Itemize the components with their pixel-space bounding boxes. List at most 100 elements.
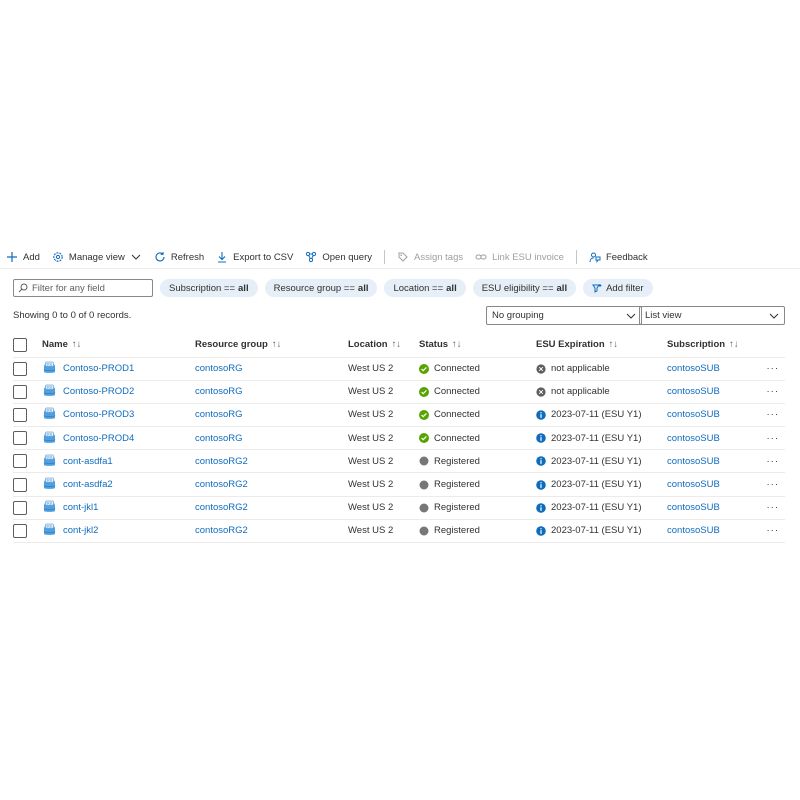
select-all-checkbox[interactable] bbox=[13, 337, 27, 352]
column-header-actions bbox=[755, 333, 785, 357]
resource-group-link[interactable]: contosoRG bbox=[195, 363, 243, 374]
more-actions-icon[interactable]: ··· bbox=[767, 479, 780, 490]
manage-view-button[interactable]: Manage view bbox=[52, 251, 142, 263]
filter-pill-subscription[interactable]: Subscription == all bbox=[160, 279, 258, 297]
subscription-link[interactable]: contosoSUB bbox=[667, 386, 720, 397]
more-actions-icon[interactable]: ··· bbox=[767, 409, 780, 420]
more-actions-icon[interactable]: ··· bbox=[767, 433, 780, 444]
filter-pill-esu-eligibility[interactable]: ESU eligibility == all bbox=[472, 279, 577, 297]
row-checkbox[interactable] bbox=[13, 407, 27, 422]
column-header-esu-expiration[interactable]: ESU Expiration ↑↓ bbox=[536, 333, 667, 357]
table-row[interactable]: SQL Contoso-PROD1 contosoRG West US 2 Connec… bbox=[13, 357, 785, 381]
filter-pill-resource-group[interactable]: Resource group == all bbox=[264, 279, 378, 297]
link-esu-invoice-button[interactable]: Link ESU invoice bbox=[475, 251, 564, 263]
column-header-subscription[interactable]: Subscription ↑↓ bbox=[667, 333, 755, 357]
resource-group-link[interactable]: contosoRG2 bbox=[195, 456, 248, 467]
machine-name-link[interactable]: Contoso-PROD2 bbox=[63, 386, 134, 397]
table-row[interactable]: SQL Contoso-PROD2 contosoRG West US 2 Connec… bbox=[13, 380, 785, 404]
subscription-link[interactable]: contosoSUB bbox=[667, 479, 720, 490]
location-text: West US 2 bbox=[348, 479, 394, 491]
feedback-button[interactable]: Feedback bbox=[589, 251, 648, 263]
filter-pill-location[interactable]: Location == all bbox=[384, 279, 466, 297]
filter-search-placeholder: Filter for any field bbox=[32, 282, 105, 294]
tag-icon bbox=[398, 252, 408, 262]
table-row[interactable]: SQL Contoso-PROD3 contosoRG West US 2 Connec… bbox=[13, 403, 785, 427]
assign-tags-button[interactable]: Assign tags bbox=[397, 251, 463, 263]
resource-group-link[interactable]: contosoRG bbox=[195, 386, 243, 397]
svg-text:SQL: SQL bbox=[46, 525, 53, 529]
status-text: Connected bbox=[434, 409, 480, 421]
filter-pill-value: all bbox=[238, 282, 249, 294]
subscription-link[interactable]: contosoSUB bbox=[667, 525, 720, 536]
more-actions-icon[interactable]: ··· bbox=[767, 525, 780, 536]
machine-name-link[interactable]: cont-asdfa1 bbox=[63, 456, 113, 467]
export-csv-label: Export to CSV bbox=[233, 251, 294, 263]
subscription-link[interactable]: contosoSUB bbox=[667, 456, 720, 467]
esu-expiration-text: 2023-07-11 (ESU Y1) bbox=[551, 455, 642, 467]
esu-expiration-text: 2023-07-11 (ESU Y1) bbox=[551, 479, 642, 491]
column-header-label: Status bbox=[419, 339, 449, 351]
column-header-resource-group[interactable]: Resource group ↑↓ bbox=[195, 333, 348, 357]
sort-icon: ↑↓ bbox=[271, 339, 282, 351]
filter-search-input[interactable]: Filter for any field bbox=[13, 279, 153, 297]
row-checkbox[interactable] bbox=[13, 361, 27, 376]
info-icon bbox=[536, 433, 546, 443]
status-text: Connected bbox=[434, 386, 480, 398]
manage-view-label: Manage view bbox=[68, 251, 125, 263]
machine-name-link[interactable]: cont-asdfa2 bbox=[63, 479, 113, 490]
info-icon bbox=[536, 526, 546, 536]
subscription-link[interactable]: contosoSUB bbox=[667, 363, 720, 374]
more-actions-icon[interactable]: ··· bbox=[767, 456, 780, 467]
more-actions-icon[interactable]: ··· bbox=[767, 386, 780, 397]
more-actions-icon[interactable]: ··· bbox=[767, 363, 780, 374]
row-checkbox[interactable] bbox=[13, 477, 27, 492]
export-csv-button[interactable]: Export to CSV bbox=[216, 251, 293, 263]
resource-group-link[interactable]: contosoRG2 bbox=[195, 479, 248, 490]
column-header-location[interactable]: Location ↑↓ bbox=[348, 333, 419, 357]
row-checkbox[interactable] bbox=[13, 384, 27, 399]
more-actions-icon[interactable]: ··· bbox=[767, 502, 780, 513]
chevron-down-icon bbox=[769, 313, 779, 319]
subscription-link[interactable]: contosoSUB bbox=[667, 433, 720, 444]
esu-expiration-text: 2023-07-11 (ESU Y1) bbox=[551, 432, 642, 444]
location-text: West US 2 bbox=[348, 386, 394, 398]
column-header-name[interactable]: Name ↑↓ bbox=[42, 333, 195, 357]
table-row[interactable]: SQL cont-asdfa1 contosoRG2 West US 2 Registe… bbox=[13, 450, 785, 473]
registered-dot-icon bbox=[419, 480, 429, 490]
refresh-button[interactable]: Refresh bbox=[154, 251, 204, 263]
machine-name-link[interactable]: Contoso-PROD3 bbox=[63, 409, 134, 420]
machine-name-link[interactable]: Contoso-PROD1 bbox=[63, 363, 134, 374]
subscription-link[interactable]: contosoSUB bbox=[667, 409, 720, 420]
row-checkbox[interactable] bbox=[13, 454, 27, 469]
open-query-button[interactable]: Open query bbox=[305, 251, 372, 263]
column-header-status[interactable]: Status ↑↓ bbox=[419, 333, 536, 357]
status-text: Connected bbox=[434, 432, 480, 444]
add-filter-button[interactable]: Add filter bbox=[583, 279, 653, 297]
subscription-link[interactable]: contosoSUB bbox=[667, 502, 720, 513]
add-button[interactable]: Add bbox=[6, 251, 40, 263]
grouping-dropdown[interactable]: No grouping bbox=[486, 306, 642, 325]
column-header-label: Resource group bbox=[195, 339, 268, 351]
sql-server-icon: SQL bbox=[43, 500, 56, 513]
svg-text:SQL: SQL bbox=[46, 386, 53, 390]
resource-group-link[interactable]: contosoRG2 bbox=[195, 502, 248, 513]
machine-name-link[interactable]: Contoso-PROD4 bbox=[63, 433, 134, 444]
view-dropdown[interactable]: List view bbox=[639, 306, 785, 325]
table-row[interactable]: SQL cont-asdfa2 contosoRG2 West US 2 Registe… bbox=[13, 473, 785, 497]
machine-name-link[interactable]: cont-jkl2 bbox=[63, 525, 98, 536]
row-checkbox[interactable] bbox=[13, 431, 27, 446]
registered-dot-icon bbox=[419, 526, 429, 536]
row-checkbox[interactable] bbox=[13, 500, 27, 515]
table-row[interactable]: SQL cont-jkl2 contosoRG2 West US 2 Registere… bbox=[13, 519, 785, 543]
machine-name-link[interactable]: cont-jkl1 bbox=[63, 502, 98, 513]
table-row[interactable]: SQL cont-jkl1 contosoRG2 West US 2 Registere… bbox=[13, 496, 785, 520]
registered-dot-icon bbox=[419, 456, 429, 466]
registered-dot-icon bbox=[419, 503, 429, 513]
row-checkbox[interactable] bbox=[13, 523, 27, 538]
resource-group-link[interactable]: contosoRG bbox=[195, 433, 243, 444]
download-icon bbox=[218, 252, 227, 263]
machines-table: Name ↑↓ Resource group ↑↓ Location ↑↓ Statu… bbox=[13, 333, 785, 543]
table-row[interactable]: SQL Contoso-PROD4 contosoRG West US 2 Connec… bbox=[13, 427, 785, 450]
resource-group-link[interactable]: contosoRG bbox=[195, 409, 243, 420]
resource-group-link[interactable]: contosoRG2 bbox=[195, 525, 248, 536]
